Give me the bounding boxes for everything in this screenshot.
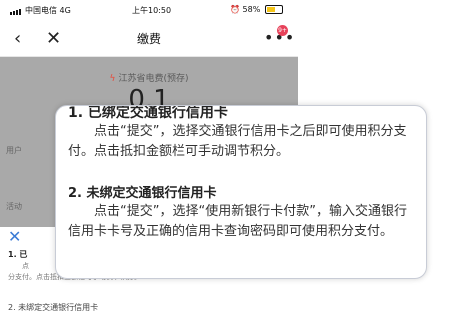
user-row-label: 用户: [6, 146, 22, 155]
zoomed-info-callout: 1. 已绑定交通银行信用卡 点击“提交”，选择交通银行信用卡之后即可使用积分支付…: [55, 105, 427, 279]
sheet-line-4: 2. 未绑定交通银行信用卡: [8, 303, 99, 312]
status-time: 上午10:50: [132, 6, 172, 15]
battery-percent: 58%: [242, 5, 261, 14]
close-icon[interactable]: ✕: [8, 227, 21, 246]
callout-heading-2: 2. 未绑定交通银行信用卡: [68, 186, 217, 201]
bill-title-text: 江苏省电费(预存): [118, 74, 189, 84]
carrier-info: 中国电信 4G: [10, 5, 71, 16]
status-bar: 中国电信 4G 上午10:50 ⏰ 58%: [0, 0, 298, 20]
carrier-text: 中国电信 4G: [25, 6, 71, 15]
battery-info: ⏰ 58%: [230, 5, 283, 14]
activity-row-label: 活动: [6, 202, 22, 211]
callout-heading-1: 1. 已绑定交通银行信用卡: [68, 105, 228, 121]
notification-badge: 9+: [277, 25, 288, 36]
lightning-bolt-icon: ϟ: [109, 74, 116, 84]
sheet-line-2: 点: [22, 262, 29, 270]
callout-paragraph-2: 点击“提交”，选择“使用新银行卡付款”，输入交通银行信用卡卡号及正确的信用卡查询…: [68, 204, 407, 239]
navigation-bar: ‹ ✕ 缴费 ••• 9+: [0, 20, 298, 57]
battery-icon: [264, 5, 283, 14]
bill-title: ϟ 江苏省电费(预存): [0, 71, 298, 84]
page-title: 缴费: [136, 32, 161, 46]
signal-icon: [10, 6, 22, 15]
callout-paragraph-1: 点击“提交”，选择交通银行信用卡之后即可使用积分支付。点击抵扣金额栏可手动调节积…: [68, 124, 407, 159]
sheet-line-1: 1. 已: [8, 250, 28, 259]
alarm-icon: ⏰: [230, 5, 240, 14]
